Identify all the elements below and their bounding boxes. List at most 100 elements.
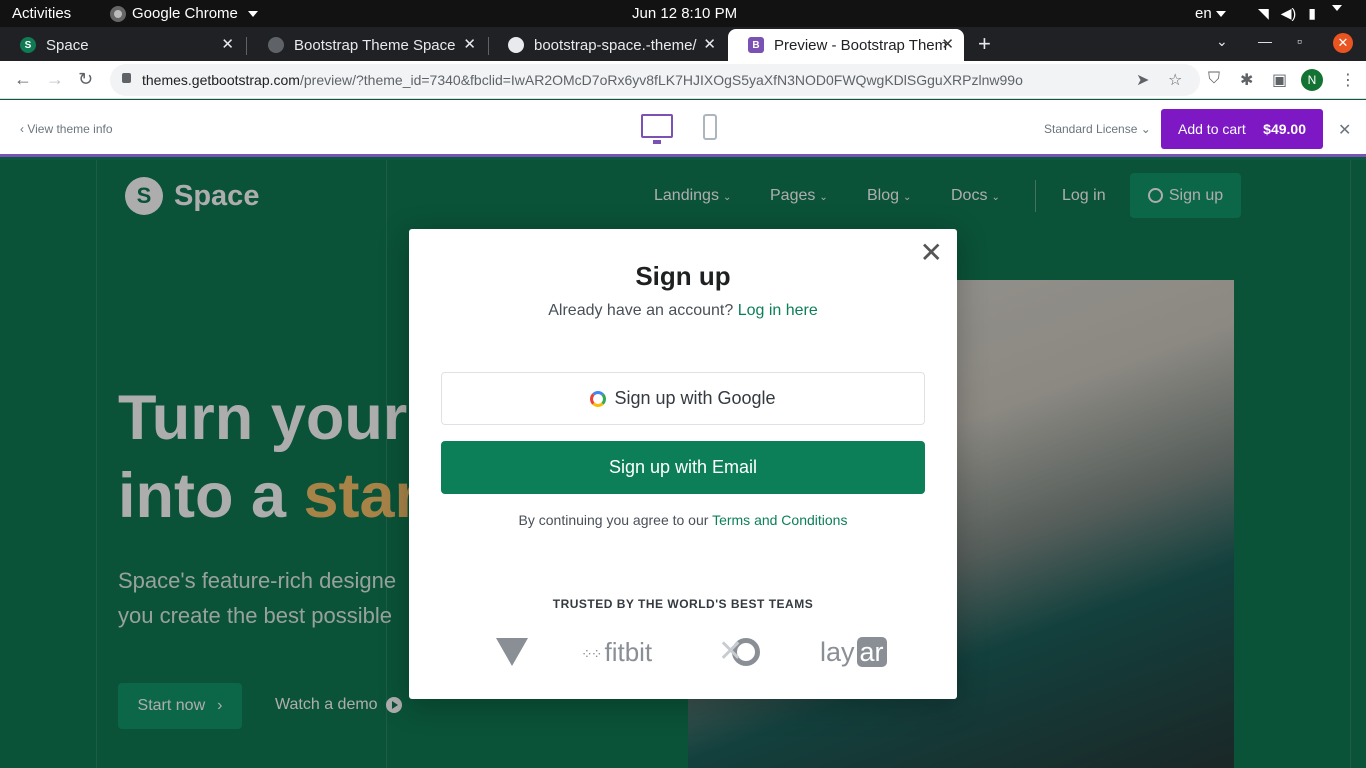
- github-icon: [508, 37, 524, 53]
- signup-label: Sign up: [1168, 186, 1224, 204]
- license-dropdown[interactable]: Standard License ⌄: [1044, 122, 1151, 136]
- language-indicator[interactable]: en: [1195, 5, 1226, 22]
- trusted-heading: TRUSTED BY THE WORLD'S BEST TEAMS: [552, 597, 814, 611]
- url-path: /preview/?theme_id=7340&fbclid=IwAR2OMcD…: [299, 72, 1023, 88]
- chevron-right-icon: ›: [217, 697, 223, 714]
- clock[interactable]: Jun 12 8:10 PM: [632, 5, 737, 22]
- menu-icon[interactable]: ⋮: [1340, 70, 1356, 90]
- tab-space[interactable]: S Space ✕: [0, 29, 244, 61]
- header-signup-button[interactable]: Sign up: [1130, 173, 1241, 218]
- activities-button[interactable]: Activities: [12, 5, 71, 22]
- chevron-down-icon: ⌄: [722, 192, 732, 203]
- nav-landings[interactable]: Landings ⌄: [654, 187, 731, 205]
- grid-line: [96, 160, 97, 768]
- profile-avatar[interactable]: N: [1301, 69, 1323, 91]
- nav-divider: [1035, 180, 1036, 212]
- window-close-button[interactable]: ✕: [1333, 33, 1353, 53]
- space-logo-icon[interactable]: S: [125, 177, 163, 215]
- system-top-bar: Activities Google Chrome Jun 12 8:10 PM …: [0, 0, 1366, 27]
- login-here-link[interactable]: Log in here: [738, 302, 818, 319]
- app-menu[interactable]: Google Chrome: [110, 5, 258, 22]
- caret-down-icon: [1331, 5, 1342, 11]
- tab-label: Bootstrap Theme Space: [294, 36, 456, 54]
- terms-link[interactable]: Terms and Conditions: [712, 512, 847, 528]
- layar-logo-icon: lay ar: [820, 637, 887, 668]
- minimize-icon[interactable]: —: [1258, 33, 1272, 49]
- xamarin-logo-icon: ✕: [718, 635, 760, 668]
- app-name: Google Chrome: [132, 5, 238, 22]
- tab-strip: S Space ✕ Bootstrap Theme Space ✕ bootst…: [0, 27, 1366, 61]
- lock-icon[interactable]: [122, 73, 131, 83]
- new-tab-button[interactable]: +: [978, 31, 991, 57]
- modal-title: Sign up: [635, 261, 731, 291]
- signup-google-button[interactable]: Sign up with Google: [441, 372, 925, 425]
- close-preview-icon[interactable]: ✕: [1338, 120, 1351, 140]
- send-icon[interactable]: ➤: [1136, 70, 1149, 90]
- view-theme-info-link[interactable]: ‹ View theme info: [20, 122, 113, 136]
- signup-modal: ✕ Sign up Already have an account? Log i…: [409, 229, 957, 699]
- tab-github[interactable]: bootstrap-space.-theme/ ✕: [488, 29, 726, 61]
- back-icon[interactable]: ←: [14, 69, 32, 90]
- caret-down-icon: [247, 10, 258, 17]
- grid-line: [1350, 160, 1351, 768]
- close-tab-icon[interactable]: ✕: [463, 35, 476, 53]
- tab-label: Preview - Bootstrap Them: [774, 36, 948, 54]
- browser-toolbar: ← → ↻ themes.getbootstrap.com/preview/?t…: [0, 61, 1366, 99]
- layar-logo-text-a: lay: [820, 637, 855, 667]
- url-text[interactable]: themes.getbootstrap.com/preview/?theme_i…: [142, 72, 1023, 88]
- extensions-icon[interactable]: ✱: [1240, 70, 1253, 90]
- system-tray[interactable]: ◥ ◀) ▮: [1258, 5, 1342, 22]
- fitbit-logo-icon: ⁘⁘ fitbit: [581, 637, 653, 667]
- mobile-icon[interactable]: [703, 114, 717, 140]
- tab-label: bootstrap-space.-theme/: [534, 36, 697, 54]
- nav-docs[interactable]: Docs ⌄: [951, 187, 1000, 205]
- chevron-down-icon: ⌄: [1137, 122, 1151, 136]
- start-now-button[interactable]: Start now ›: [118, 683, 242, 729]
- layar-logo-text-b: ar: [856, 637, 887, 667]
- language-label: en: [1195, 5, 1212, 22]
- caret-down-icon: [1215, 11, 1226, 18]
- watch-demo-link[interactable]: Watch a demo: [275, 696, 402, 714]
- bootstrap-favicon-icon: B: [748, 37, 764, 53]
- space-favicon-icon: S: [20, 37, 36, 53]
- play-icon: [385, 697, 402, 713]
- view-theme-info-label: View theme info: [27, 122, 113, 136]
- hero-heading-line2: into a start: [118, 460, 440, 532]
- close-tab-icon[interactable]: ✕: [703, 35, 716, 53]
- chevron-down-icon: ⌄: [819, 192, 828, 203]
- side-panel-icon[interactable]: ▣: [1272, 70, 1287, 90]
- tab-search-icon[interactable]: ⌄: [1216, 33, 1228, 50]
- restore-icon[interactable]: ▫: [1297, 33, 1302, 49]
- login-link[interactable]: Log in: [1062, 187, 1106, 205]
- volume-icon: ◀): [1280, 5, 1297, 21]
- tab-separator: [246, 37, 247, 55]
- star-icon[interactable]: ☆: [1168, 70, 1182, 90]
- gitlab-logo-icon: [496, 638, 528, 666]
- tab-preview-active[interactable]: B Preview - Bootstrap Them ✕: [728, 29, 964, 61]
- user-icon: [1147, 188, 1163, 203]
- forward-icon[interactable]: →: [46, 69, 64, 90]
- watch-demo-label: Watch a demo: [275, 696, 378, 713]
- fitbit-logo-text: fitbit: [604, 637, 653, 667]
- site-logo-text[interactable]: Space: [174, 180, 259, 213]
- close-tab-icon[interactable]: ✕: [941, 35, 954, 53]
- hero-heading-plain: into a: [118, 461, 304, 531]
- have-account-text: Already have an account?: [548, 302, 734, 319]
- start-now-label: Start now: [137, 697, 206, 714]
- nav-blog[interactable]: Blog ⌄: [867, 187, 911, 205]
- google-button-label: Sign up with Google: [614, 388, 776, 408]
- signup-email-button[interactable]: Sign up with Email: [441, 441, 925, 494]
- add-to-cart-button[interactable]: Add to cart $49.00: [1161, 109, 1323, 149]
- partner-logos: ⁘⁘ fitbit ✕ lay ar: [409, 633, 957, 673]
- wifi-icon: ◥: [1258, 5, 1269, 21]
- reload-icon[interactable]: ↻: [78, 69, 93, 90]
- nav-pages[interactable]: Pages ⌄: [770, 187, 828, 205]
- hero-text-line2: you create the best possible: [118, 603, 392, 628]
- chrome-icon: [110, 5, 126, 22]
- address-bar[interactable]: themes.getbootstrap.com/preview/?theme_i…: [110, 64, 1200, 96]
- shield-icon[interactable]: ⛉: [1208, 70, 1220, 88]
- tab-bootstrap-theme-space[interactable]: Bootstrap Theme Space ✕: [248, 29, 486, 61]
- close-tab-icon[interactable]: ✕: [221, 35, 234, 53]
- desktop-icon[interactable]: [641, 114, 673, 144]
- add-to-cart-label: Add to cart: [1178, 121, 1246, 137]
